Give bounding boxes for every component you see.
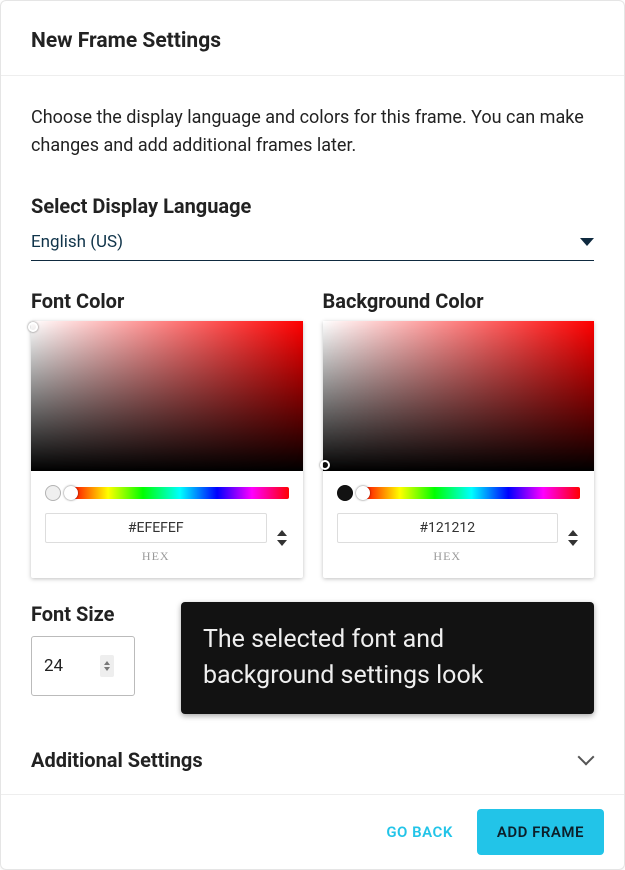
- dialog-body: Choose the display language and colors f…: [1, 76, 624, 794]
- background-color-picker: HEX: [323, 321, 595, 578]
- new-frame-settings-dialog: New Frame Settings Choose the display la…: [0, 0, 625, 870]
- additional-settings-label: Additional Settings: [31, 748, 203, 772]
- background-color-hue-slider[interactable]: [363, 487, 581, 499]
- background-color-controls: [323, 471, 595, 507]
- additional-settings-accordion[interactable]: Additional Settings: [31, 742, 594, 782]
- chevron-up-icon[interactable]: [568, 530, 578, 536]
- background-color-hex-input[interactable]: [337, 513, 559, 543]
- font-color-hex-row: HEX: [31, 507, 303, 578]
- background-color-hue-thumb[interactable]: [356, 486, 370, 500]
- chevron-down-icon: [580, 238, 594, 246]
- font-color-format-stepper[interactable]: [275, 530, 289, 546]
- add-frame-button[interactable]: ADD FRAME: [477, 809, 604, 855]
- font-color-saturation-cursor[interactable]: [28, 322, 38, 332]
- language-select[interactable]: English (US): [31, 228, 594, 261]
- background-color-hex-label: HEX: [337, 549, 559, 564]
- preview-text: The selected font and background setting…: [203, 625, 483, 690]
- dialog-intro-text: Choose the display language and colors f…: [31, 104, 594, 160]
- font-size-label: Font Size: [31, 602, 161, 626]
- color-pickers-row: Font Color HEX: [31, 289, 594, 578]
- go-back-button[interactable]: GO BACK: [380, 813, 459, 851]
- chevron-down-icon: [580, 753, 594, 767]
- dialog-title: New Frame Settings: [31, 29, 594, 53]
- font-color-controls: [31, 471, 303, 507]
- font-size-stepper[interactable]: [100, 655, 114, 677]
- language-select-value: English (US): [31, 232, 123, 252]
- font-size-row: Font Size The selected font and backgrou…: [31, 602, 594, 715]
- dialog-footer: GO BACK ADD FRAME: [1, 794, 624, 869]
- chevron-up-icon[interactable]: [104, 661, 110, 665]
- background-color-saturation-cursor[interactable]: [320, 460, 330, 470]
- font-color-hex-label: HEX: [45, 549, 267, 564]
- background-color-swatch: [337, 485, 353, 501]
- chevron-down-icon[interactable]: [277, 540, 287, 546]
- font-color-saturation-area[interactable]: [31, 321, 303, 471]
- font-color-hue-slider[interactable]: [71, 487, 289, 499]
- background-color-format-stepper[interactable]: [566, 530, 580, 546]
- font-color-label: Font Color: [31, 289, 303, 313]
- font-color-hue-thumb[interactable]: [64, 486, 78, 500]
- font-color-picker: HEX: [31, 321, 303, 578]
- chevron-down-icon[interactable]: [568, 540, 578, 546]
- font-size-input[interactable]: [44, 656, 92, 676]
- font-color-swatch: [45, 485, 61, 501]
- chevron-up-icon[interactable]: [277, 530, 287, 536]
- background-color-hex-row: HEX: [323, 507, 595, 578]
- background-color-column: Background Color HEX: [323, 289, 595, 578]
- dialog-header: New Frame Settings: [1, 1, 624, 76]
- font-color-hex-input[interactable]: [45, 513, 267, 543]
- preview-box: The selected font and background setting…: [181, 602, 594, 715]
- background-color-saturation-area[interactable]: [323, 321, 595, 471]
- font-size-column: Font Size: [31, 602, 161, 696]
- chevron-down-icon[interactable]: [104, 667, 110, 671]
- background-color-label: Background Color: [323, 289, 595, 313]
- language-section-title: Select Display Language: [31, 194, 594, 218]
- font-color-column: Font Color HEX: [31, 289, 303, 578]
- font-size-input-wrap: [31, 636, 135, 696]
